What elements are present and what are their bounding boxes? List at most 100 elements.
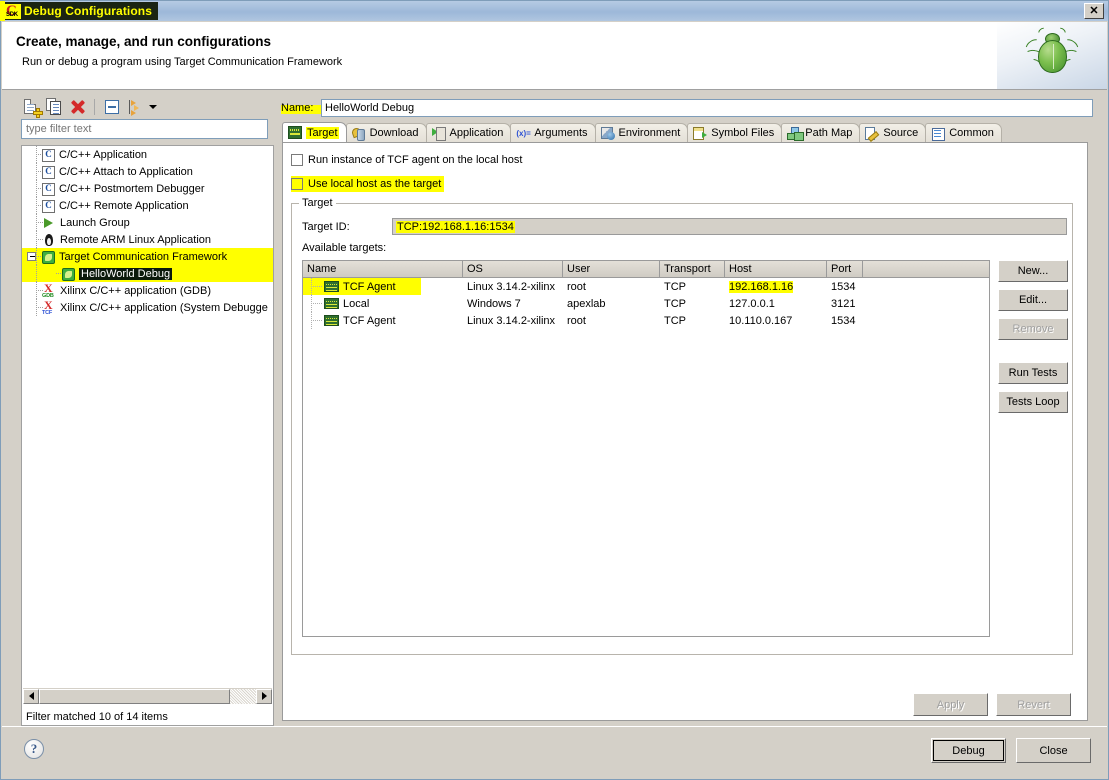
table-row[interactable]: TCF Agent Linux 3.14.2-xilinx root TCP 192.1…	[303, 278, 989, 295]
help-icon[interactable]: ?	[24, 739, 44, 759]
edit-button[interactable]: Edit...	[998, 289, 1068, 311]
scrollbar-thumb[interactable]	[39, 688, 230, 704]
cell-name: Local	[303, 295, 463, 312]
arguments-icon: (x)=	[516, 128, 531, 138]
use-local-host-checkbox[interactable]	[291, 178, 303, 190]
tree-item-helloworld-debug[interactable]: HelloWorld Debug	[22, 265, 273, 282]
filter-status-text: Filter matched 10 of 14 items	[26, 711, 168, 723]
available-targets-table[interactable]: Name OS User Transport Host Port TCF Agent Lin…	[302, 260, 990, 637]
tree-item-c-c-postmortem-debugger[interactable]: C/C++ Postmortem Debugger	[22, 180, 273, 197]
collapse-all-icon[interactable]	[102, 97, 122, 117]
configuration-name-row: Name:	[281, 99, 1093, 117]
target-chip-icon	[324, 298, 339, 309]
tab-symbol-files[interactable]: Symbol Files	[687, 123, 783, 142]
table-row[interactable]: Local Windows 7 apexlab TCP 127.0.0.1 3121	[303, 295, 989, 312]
tree-horizontal-scrollbar[interactable]	[23, 687, 272, 704]
launch-configurations-tree[interactable]: C/C++ Application C/C++ Attach to Applica…	[21, 145, 274, 726]
target-board-icon	[288, 126, 302, 139]
page-subtitle: Run or debug a program using Target Comm…	[22, 56, 343, 68]
run-tcf-agent-checkbox[interactable]	[291, 154, 303, 166]
remove-button: Remove	[998, 318, 1068, 340]
use-local-host-label: Use local host as the target	[308, 178, 442, 190]
tab-application[interactable]: Application	[425, 123, 512, 142]
run-tcf-agent-label: Run instance of TCF agent on the local h…	[308, 154, 523, 166]
tree-item-label: C/C++ Application	[59, 148, 148, 161]
column-header-host[interactable]: Host	[725, 261, 827, 278]
tests-loop-button[interactable]: Tests Loop	[998, 391, 1068, 413]
filter-arrows-icon[interactable]	[125, 97, 145, 117]
tree-item-remote-arm-linux-application[interactable]: Remote ARM Linux Application	[22, 231, 273, 248]
tab-environment[interactable]: Environment	[594, 123, 689, 142]
close-icon[interactable]: ✕	[1084, 3, 1104, 19]
bug-icon	[1022, 25, 1082, 82]
tab-source[interactable]: Source	[859, 123, 927, 142]
cell-port-text: 1534	[831, 280, 856, 293]
tree-item-c-c-application[interactable]: C/C++ Application	[22, 146, 273, 163]
tab-label: Application	[449, 127, 504, 139]
debug-button[interactable]: Debug	[931, 738, 1006, 763]
cell-host-text: 10.110.0.167	[729, 314, 793, 327]
tab-path-map[interactable]: Path Map	[781, 123, 861, 142]
red-x-delete-icon[interactable]	[67, 97, 87, 117]
column-header-user[interactable]: User	[563, 261, 660, 278]
column-header-name[interactable]: Name	[303, 261, 463, 278]
cell-os: Linux 3.14.2-xilinx	[463, 312, 563, 329]
dialog-body: C/C++ Application C/C++ Attach to Applica…	[2, 91, 1107, 779]
tab-arguments[interactable]: (x)= Arguments	[510, 123, 596, 142]
tree-expander-icon[interactable]	[27, 252, 36, 261]
table-row[interactable]: TCF Agent Linux 3.14.2-xilinx root TCP 10.11…	[303, 312, 989, 329]
apply-button[interactable]: Apply	[913, 693, 988, 716]
filter-input[interactable]	[21, 119, 268, 139]
tree-item-label: C/C++ Remote Application	[59, 199, 189, 212]
configuration-tabs: Target Download Application (x)= Arguments En…	[282, 122, 1088, 143]
scrollbar-track[interactable]	[39, 688, 256, 704]
cell-name: TCF Agent	[303, 278, 463, 295]
target-chip-icon	[324, 281, 339, 292]
tree-guide-line	[36, 265, 37, 282]
run-tests-button[interactable]: Run Tests	[998, 362, 1068, 384]
cell-host: 10.110.0.167	[725, 312, 827, 329]
column-header-os[interactable]: OS	[463, 261, 563, 278]
target-id-field[interactable]: TCP:192.168.1.16:1534	[392, 218, 1067, 235]
tab-label: Source	[883, 127, 919, 139]
column-header-transport[interactable]: Transport	[660, 261, 725, 278]
target-group-box: Target Target ID: TCP:192.168.1.16:1534 …	[291, 197, 1073, 655]
duplicate-icon[interactable]	[44, 97, 64, 117]
cell-user-text: apexlab	[567, 297, 606, 310]
source-icon	[865, 126, 879, 140]
cell-os-text: Linux 3.14.2-xilinx	[467, 314, 556, 327]
c-file-icon	[42, 182, 55, 196]
tree-item-target-communication-framework[interactable]: Target Communication Framework	[22, 248, 273, 265]
tree-item-xilinx-c-c-application-gdb[interactable]: X GDB Xilinx C/C++ application (GDB)	[22, 282, 273, 299]
tab-common[interactable]: Common	[925, 123, 1002, 142]
scroll-left-icon[interactable]	[23, 688, 39, 704]
revert-button[interactable]: Revert	[996, 693, 1071, 716]
environment-icon	[600, 126, 615, 140]
close-button[interactable]: Close	[1016, 738, 1091, 763]
cell-transport-text: TCP	[664, 314, 686, 327]
tcf-icon	[62, 267, 75, 281]
new-button[interactable]: New...	[998, 260, 1068, 282]
tree-guide-dots	[311, 286, 323, 287]
run-tcf-agent-checkbox-row[interactable]: Run instance of TCF agent on the local h…	[291, 152, 522, 168]
sdk-icon: C SDK	[5, 3, 21, 19]
c-file-icon	[42, 199, 55, 213]
table-header-row: Name OS User Transport Host Port	[303, 261, 989, 278]
tab-download[interactable]: Download	[345, 123, 427, 142]
column-header-port[interactable]: Port	[827, 261, 863, 278]
chevron-down-icon[interactable]	[148, 97, 159, 117]
tree-item-c-c-attach-to-application[interactable]: C/C++ Attach to Application	[22, 163, 273, 180]
c-file-icon	[42, 148, 55, 162]
configuration-name-input[interactable]	[321, 99, 1093, 117]
tree-item-launch-group[interactable]: Launch Group	[22, 214, 273, 231]
tree-item-c-c-remote-application[interactable]: C/C++ Remote Application	[22, 197, 273, 214]
cell-host: 127.0.0.1	[725, 295, 827, 312]
tree-item-xilinx-c-c-application-system-debugge[interactable]: X TCF Xilinx C/C++ application (System Deb…	[22, 299, 273, 316]
use-local-host-checkbox-row[interactable]: Use local host as the target	[291, 176, 445, 192]
tree-item-label: C/C++ Attach to Application	[59, 165, 193, 178]
new-page-icon[interactable]	[21, 97, 43, 118]
tab-target[interactable]: Target	[282, 122, 347, 142]
cell-user: root	[563, 278, 660, 295]
scroll-right-icon[interactable]	[256, 688, 272, 704]
tree-item-label: Remote ARM Linux Application	[60, 233, 212, 246]
